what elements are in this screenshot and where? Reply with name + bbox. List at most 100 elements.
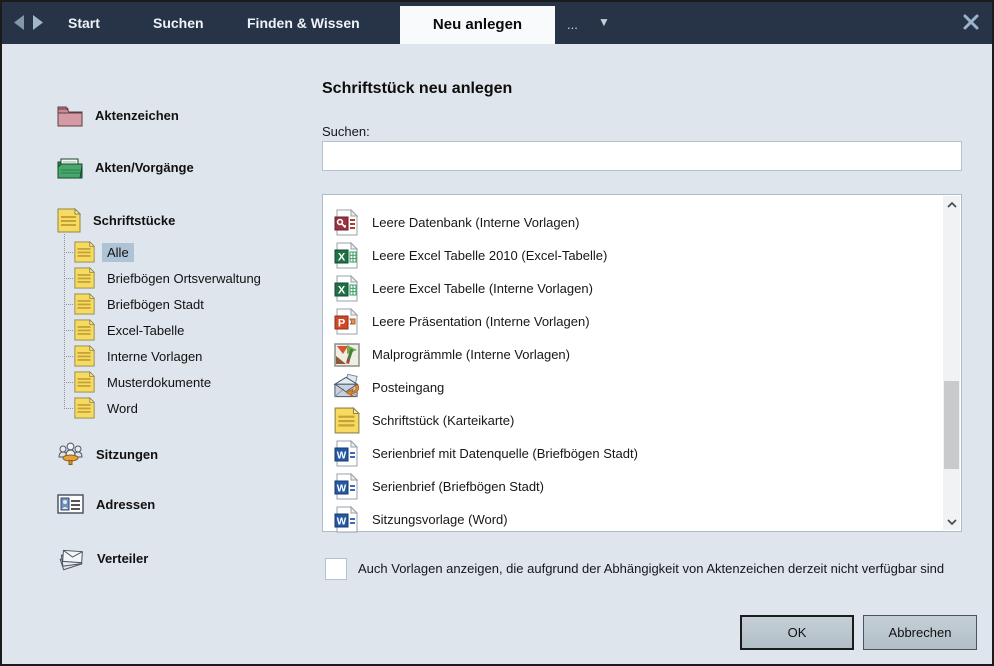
show-unavailable-templates-checkbox[interactable] [325,558,347,580]
tree-item-alle[interactable]: Alle [74,240,134,264]
scrollbar[interactable] [943,196,960,530]
tree-connector-line [64,408,73,410]
list-item-label: Malprogrämmle (Interne Vorlagen) [372,347,570,362]
sidebar-item-label: Sitzungen [96,447,158,462]
tree-item-musterdokumente[interactable]: Musterdokumente [74,370,216,394]
tree-item-label: Excel-Tabelle [102,321,189,340]
list-item-leere-excel-2010[interactable]: X Leere Excel Tabelle 2010 (Excel-Tabell… [323,239,961,272]
address-card-icon [57,494,84,514]
svg-text:X: X [337,285,345,297]
chevron-down-icon[interactable]: ▼ [598,15,610,29]
tree-item-briefboegen-ortsverwaltung[interactable]: Briefbögen Ortsverwaltung [74,266,266,290]
tree-connector-line [64,356,73,358]
tree-item-label: Interne Vorlagen [102,347,207,366]
word-file-icon: W [333,506,360,533]
list-item-label: Leere Excel Tabelle 2010 (Excel-Tabelle) [372,248,607,263]
yellow-document-icon [74,293,95,315]
tree-item-label: Alle [102,243,134,262]
svg-text:W: W [336,517,346,528]
list-item-posteingang[interactable]: Posteingang [323,371,961,404]
sidebar-item-sitzungen[interactable]: Sitzungen [57,442,158,466]
people-meeting-icon [57,442,84,466]
word-file-icon: W [333,440,360,467]
sidebar-item-label: Schriftstücke [93,213,175,228]
svg-text:W: W [336,451,346,462]
access-file-icon [333,209,360,236]
application-window: Start Suchen Finden & Wissen Neu anlegen… [0,0,994,666]
yellow-document-icon [74,371,95,393]
nav-arrows [12,14,45,31]
tab-bar: Start Suchen Finden & Wissen Neu anlegen… [2,2,992,44]
sidebar-item-verteiler[interactable]: Verteiler [57,546,148,571]
list-item-malprogaemmle[interactable]: Malprogrämmle (Interne Vorlagen) [323,338,961,371]
sidebar-item-label: Adressen [96,497,155,512]
tree-connector-line [64,252,73,254]
paint-file-icon [333,341,360,368]
list-item-serienbrief-mit-datenquelle[interactable]: W Serienbrief mit Datenquelle (Briefböge… [323,437,961,470]
word-file-icon: W [333,473,360,500]
page-title: Schriftstück neu anlegen [322,80,512,98]
tab-suchen[interactable]: Suchen [153,2,204,44]
tab-start[interactable]: Start [68,2,100,44]
tree-item-label: Musterdokumente [102,373,216,392]
tree-connector-line [64,278,73,280]
yellow-document-icon [74,397,95,419]
svg-text:W: W [336,484,346,495]
scroll-down-icon[interactable] [943,513,960,530]
yellow-document-icon [74,241,95,263]
yellow-document-icon [333,407,360,434]
list-item-serienbrief[interactable]: W Serienbrief (Briefbögen Stadt) [323,470,961,503]
sidebar-item-label: Akten/Vorgänge [95,160,194,175]
search-input[interactable] [322,141,962,171]
scroll-up-icon[interactable] [943,196,960,213]
tree-connector-line [64,382,73,384]
scrollbar-thumb[interactable] [944,381,959,469]
sidebar-item-adressen[interactable]: Adressen [57,494,155,514]
sidebar-item-akten-vorgaenge[interactable]: Akten/Vorgänge [57,156,194,179]
list-item-label: Leere Präsentation (Interne Vorlagen) [372,314,590,329]
tab-overflow-button[interactable]: ... [567,17,578,32]
tree-item-interne-vorlagen[interactable]: Interne Vorlagen [74,344,207,368]
tree-item-label: Briefbögen Ortsverwaltung [102,269,266,288]
list-item-label: Sitzungsvorlage (Word) [372,512,508,527]
sidebar-item-label: Aktenzeichen [95,108,179,123]
tab-neu-anlegen[interactable]: Neu anlegen [400,6,555,44]
list-item-leere-praesentation[interactable]: P Leere Präsentation (Interne Vorlagen) [323,305,961,338]
svg-text:X: X [337,252,345,264]
back-arrow-icon[interactable] [12,14,27,31]
tree-connector-line [64,330,73,332]
checkbox-label: Auch Vorlagen anzeigen, die aufgrund der… [358,558,944,580]
tree-item-briefboegen-stadt[interactable]: Briefbögen Stadt [74,292,209,316]
list-item-leere-datenbank[interactable]: Leere Datenbank (Interne Vorlagen) [323,206,961,239]
cancel-button[interactable]: Abbrechen [863,615,977,650]
tree-item-word[interactable]: Word [74,396,143,420]
template-list: Leere Datenbank (Interne Vorlagen) X Lee… [322,194,962,532]
list-item-label: Leere Excel Tabelle (Interne Vorlagen) [372,281,593,296]
excel-file-icon: X [333,242,360,269]
envelopes-icon [57,546,85,571]
tree-connector-line [64,304,73,306]
list-item-label: Serienbrief (Briefbögen Stadt) [372,479,544,494]
list-item-label: Posteingang [372,380,444,395]
search-label: Suchen: [322,124,370,139]
list-item-sitzungsvorlage[interactable]: W Sitzungsvorlage (Word) [323,503,961,536]
tab-finden-wissen[interactable]: Finden & Wissen [247,2,360,44]
powerpoint-file-icon: P [333,308,360,335]
excel-file-icon: X [333,275,360,302]
list-item-label: Schriftstück (Karteikarte) [372,413,514,428]
list-item-label: Serienbrief mit Datenquelle (Briefbögen … [372,446,638,461]
list-item-leere-excel[interactable]: X Leere Excel Tabelle (Interne Vorlagen) [323,272,961,305]
sidebar-item-label: Verteiler [97,551,148,566]
list-item-schriftstueck-karteikarte[interactable]: Schriftstück (Karteikarte) [323,404,961,437]
green-folder-icon [57,156,83,179]
svg-text:P: P [337,318,344,330]
tree-item-excel-tabelle[interactable]: Excel-Tabelle [74,318,189,342]
close-icon[interactable] [962,13,980,31]
yellow-document-icon [57,208,81,233]
sidebar-item-schriftstuecke[interactable]: Schriftstücke [57,208,175,233]
forward-arrow-icon[interactable] [30,14,45,31]
sidebar-item-aktenzeichen[interactable]: Aktenzeichen [57,104,179,127]
mail-inbox-icon [333,374,360,401]
tree-item-label: Briefbögen Stadt [102,295,209,314]
ok-button[interactable]: OK [740,615,854,650]
